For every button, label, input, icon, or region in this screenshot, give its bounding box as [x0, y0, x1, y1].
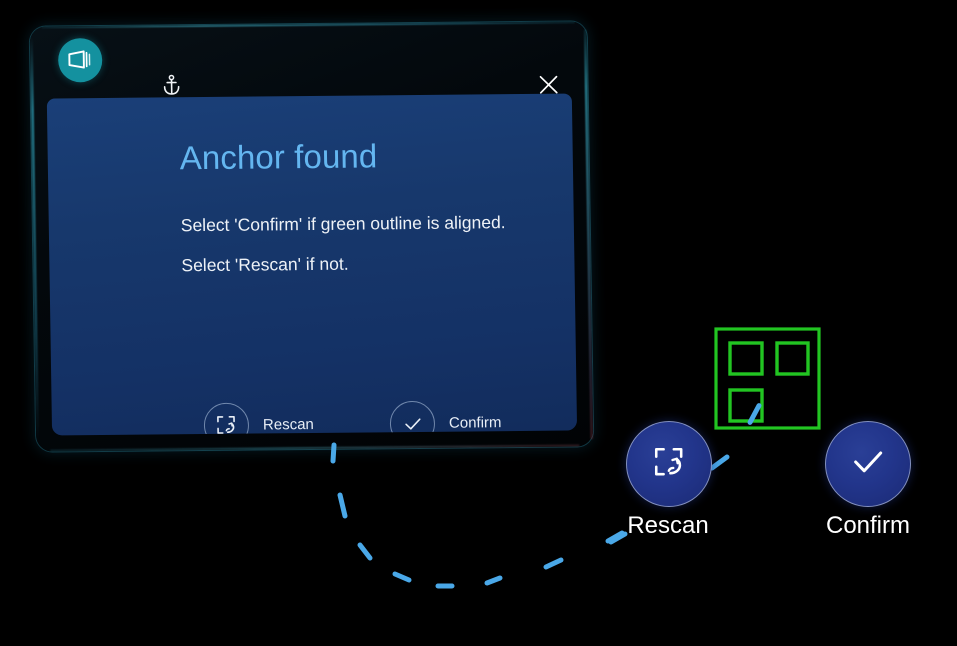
panel-3d-icon	[67, 49, 93, 71]
confirm-button-label: Confirm	[825, 512, 910, 539]
anchor-found-panel: Anchor found Select 'Confirm' if green o…	[29, 21, 594, 452]
anchor-icon[interactable]	[158, 71, 184, 99]
panel-header	[30, 21, 588, 98]
panel-confirm-label: Confirm	[448, 414, 502, 432]
panel-rescan-button[interactable]: Rescan	[203, 402, 315, 436]
checkmark-icon	[848, 442, 888, 487]
dialog-body: Anchor found Select 'Confirm' if green o…	[46, 93, 578, 436]
scene-root: Anchor found Select 'Confirm' if green o…	[0, 0, 957, 646]
rescan-button[interactable]	[626, 421, 712, 507]
dialog-instruction-primary: Select 'Confirm' if green outline is ali…	[180, 212, 506, 236]
rescan-frame-icon	[652, 445, 686, 484]
panel-confirm-button[interactable]: Confirm	[389, 400, 502, 436]
rescan-button-label: Rescan	[627, 512, 709, 539]
confirm-button[interactable]	[825, 421, 911, 507]
app-badge[interactable]	[57, 38, 103, 83]
panel-rescan-label: Rescan	[262, 415, 314, 434]
anchor-marker-outline	[714, 327, 821, 430]
dialog-title: Anchor found	[179, 137, 378, 177]
rescan-frame-icon	[203, 402, 250, 436]
dialog-instruction-secondary: Select 'Rescan' if not.	[181, 253, 349, 276]
checkmark-icon	[389, 400, 436, 436]
